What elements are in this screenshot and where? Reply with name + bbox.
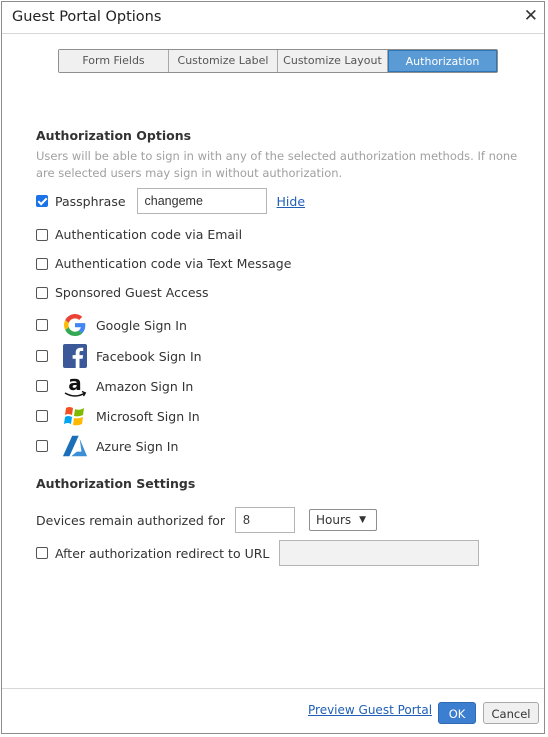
- amazon-signin-label: Amazon Sign In: [96, 378, 194, 394]
- preview-guest-portal-link[interactable]: Preview Guest Portal: [308, 703, 432, 717]
- duration-unit-select[interactable]: Hours ▼: [309, 509, 378, 531]
- sponsored-access-checkbox[interactable]: [36, 286, 48, 299]
- dialog-title: Guest Portal Options: [12, 9, 162, 25]
- email-code-checkbox[interactable]: [36, 228, 48, 241]
- redirect-url-input[interactable]: [279, 540, 480, 566]
- google-signin-label: Google Sign In: [96, 317, 187, 333]
- sms-code-row: Authentication code via Text Message: [36, 256, 291, 271]
- facebook-signin-checkbox[interactable]: [36, 350, 48, 362]
- facebook-icon: [62, 343, 88, 369]
- devices-duration-label: Devices remain authorized for: [36, 512, 226, 528]
- google-icon: [62, 312, 88, 338]
- amazon-signin-checkbox[interactable]: [36, 380, 48, 392]
- azure-signin-label: Azure Sign In: [96, 438, 179, 454]
- ok-button[interactable]: OK: [438, 702, 476, 724]
- passphrase-label: Passphrase: [55, 193, 126, 209]
- passphrase-checkbox[interactable]: [36, 195, 48, 207]
- cancel-button[interactable]: Cancel: [483, 702, 539, 724]
- redirect-url-row: After authorization redirect to URL: [36, 540, 480, 566]
- microsoft-signin-row: Microsoft Sign In: [36, 403, 200, 429]
- passphrase-input[interactable]: [136, 188, 267, 214]
- facebook-signin-label: Facebook Sign In: [96, 348, 202, 364]
- devices-duration-row: Devices remain authorized for Hours ▼: [36, 507, 378, 533]
- facebook-signin-row: Facebook Sign In: [36, 343, 202, 369]
- chevron-down-icon: ▼: [359, 515, 367, 525]
- guest-portal-options-dialog: Guest Portal Options ✕ Form Fields Custo…: [1, 1, 545, 734]
- dialog-titlebar: Guest Portal Options ✕: [2, 2, 544, 34]
- microsoft-icon: [62, 403, 88, 429]
- azure-signin-row: Azure Sign In: [36, 433, 178, 459]
- tab-bar: Form Fields Customize Label Customize La…: [58, 49, 498, 73]
- redirect-url-label: After authorization redirect to URL: [55, 545, 270, 561]
- authorization-options-heading: Authorization Options: [36, 128, 192, 143]
- sponsored-access-row: Sponsored Guest Access: [36, 285, 209, 300]
- amazon-signin-row: a Amazon Sign In: [36, 372, 194, 399]
- duration-unit-value: Hours: [316, 513, 352, 527]
- hide-passphrase-link[interactable]: Hide: [277, 194, 306, 209]
- tab-authorization[interactable]: Authorization: [388, 50, 497, 72]
- sms-code-checkbox[interactable]: [36, 257, 48, 270]
- close-icon[interactable]: ✕: [524, 6, 538, 26]
- devices-duration-input[interactable]: [235, 507, 296, 533]
- authorization-settings-heading: Authorization Settings: [36, 476, 196, 491]
- email-code-label: Authentication code via Email: [55, 227, 243, 242]
- svg-text:a: a: [68, 372, 82, 395]
- tab-form-fields[interactable]: Form Fields: [59, 50, 169, 72]
- tab-customize-label[interactable]: Customize Label: [169, 50, 278, 72]
- footer-divider: [2, 688, 544, 689]
- tab-customize-layout[interactable]: Customize Layout: [278, 50, 388, 72]
- redirect-url-checkbox[interactable]: [36, 547, 48, 559]
- passphrase-row: Passphrase Hide: [36, 188, 305, 214]
- google-signin-row: Google Sign In: [36, 312, 187, 338]
- authorization-options-description: Users will be able to sign in with any o…: [36, 149, 518, 180]
- google-signin-checkbox[interactable]: [36, 319, 48, 331]
- azure-icon: [62, 433, 88, 459]
- sponsored-access-label: Sponsored Guest Access: [55, 285, 209, 300]
- microsoft-signin-label: Microsoft Sign In: [96, 408, 200, 424]
- azure-signin-checkbox[interactable]: [36, 440, 48, 452]
- email-code-row: Authentication code via Email: [36, 227, 242, 242]
- microsoft-signin-checkbox[interactable]: [36, 410, 48, 422]
- amazon-icon: a: [62, 372, 88, 399]
- sms-code-label: Authentication code via Text Message: [55, 256, 292, 271]
